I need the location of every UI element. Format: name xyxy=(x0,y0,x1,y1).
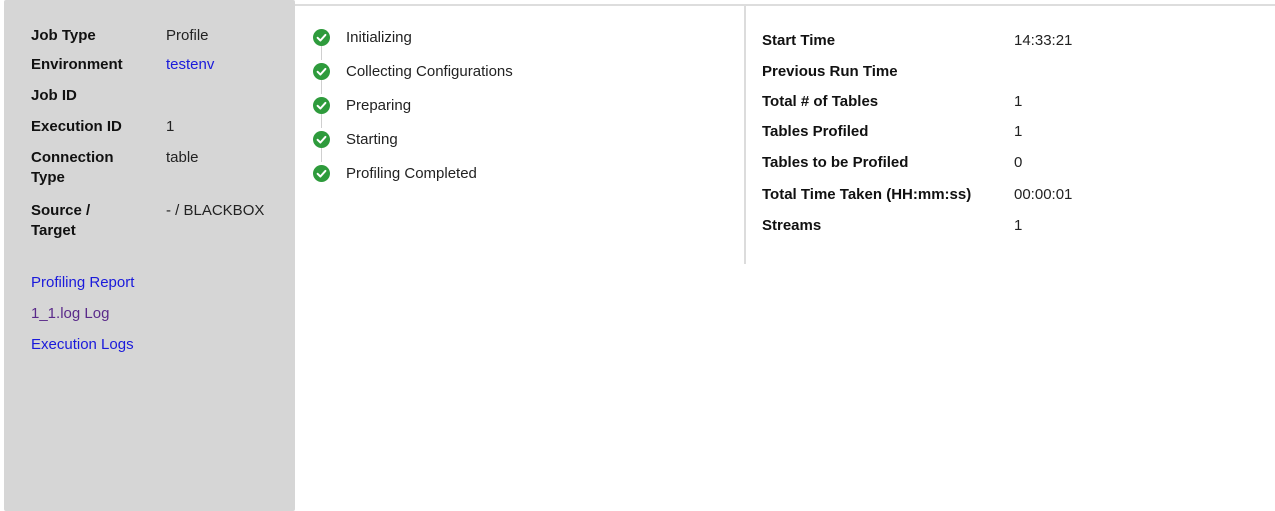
step-item: Collecting Configurations xyxy=(313,61,733,83)
log-file-link[interactable]: 1_1.log Log xyxy=(31,304,109,324)
stat-row: Previous Run Time xyxy=(762,61,1242,83)
total-time-taken-label: Total Time Taken (HH:mm:ss) xyxy=(762,186,972,203)
previous-run-time-label: Previous Run Time xyxy=(762,63,898,80)
step-item: Profiling Completed xyxy=(313,163,733,185)
top-divider xyxy=(295,4,1275,6)
job-id-label: Job ID xyxy=(31,87,77,104)
stat-row: Streams 1 xyxy=(762,215,1242,237)
check-circle-icon xyxy=(313,131,330,148)
job-type-value: Profile xyxy=(166,27,209,44)
total-tables-value: 1 xyxy=(1014,93,1023,110)
step-label: Profiling Completed xyxy=(346,165,477,182)
tables-to-be-profiled-value: 0 xyxy=(1014,154,1023,171)
check-circle-icon xyxy=(313,97,330,114)
profiling-report-link[interactable]: Profiling Report xyxy=(31,273,134,293)
tables-profiled-value: 1 xyxy=(1014,123,1023,140)
execution-logs-link[interactable]: Execution Logs xyxy=(31,335,134,355)
job-info-panel: Job Type Profile Environment testenv Job… xyxy=(4,0,295,511)
execution-id-label: Execution ID xyxy=(31,118,122,135)
check-circle-icon xyxy=(313,29,330,46)
step-item: Preparing xyxy=(313,95,733,117)
step-item: Starting xyxy=(313,129,733,151)
total-tables-label: Total # of Tables xyxy=(762,93,879,110)
stat-row: Total Time Taken (HH:mm:ss) 00:00:01 xyxy=(762,184,1242,206)
step-label: Collecting Configurations xyxy=(346,63,513,80)
step-item: Initializing xyxy=(313,27,733,49)
connection-type-row: Connection Type table xyxy=(31,148,281,188)
environment-label: Environment xyxy=(31,56,123,73)
job-type-label: Job Type xyxy=(31,27,96,44)
tables-profiled-label: Tables Profiled xyxy=(762,123,869,140)
stat-row: Total # of Tables 1 xyxy=(762,91,1242,113)
job-details-page: Job Type Profile Environment testenv Job… xyxy=(0,0,1275,511)
check-circle-icon xyxy=(313,165,330,182)
step-label: Starting xyxy=(346,131,398,148)
start-time-label: Start Time xyxy=(762,32,836,49)
streams-label: Streams xyxy=(762,217,822,234)
step-label: Preparing xyxy=(346,97,412,114)
start-time-value: 14:33:21 xyxy=(1014,32,1073,49)
streams-value: 1 xyxy=(1014,217,1023,234)
total-time-taken-value: 00:00:01 xyxy=(1014,186,1073,203)
step-label: Initializing xyxy=(346,29,412,46)
connection-type-label: Connection Type xyxy=(31,149,114,186)
tables-to-be-profiled-label: Tables to be Profiled xyxy=(762,154,909,171)
stat-row: Tables Profiled 1 xyxy=(762,121,1242,143)
execution-id-value: 1 xyxy=(166,118,175,135)
environment-link[interactable]: testenv xyxy=(166,55,286,75)
stat-row: Start Time 14:33:21 xyxy=(762,30,1242,52)
check-circle-icon xyxy=(313,63,330,80)
vertical-divider xyxy=(744,6,746,264)
source-target-label: Source / Target xyxy=(31,202,91,239)
stat-row: Tables to be Profiled 0 xyxy=(762,152,1242,174)
source-target-row: Source / Target - / BLACKBOX xyxy=(31,201,281,241)
connection-type-value: table xyxy=(166,149,199,166)
source-target-value: - / BLACKBOX xyxy=(166,202,265,219)
